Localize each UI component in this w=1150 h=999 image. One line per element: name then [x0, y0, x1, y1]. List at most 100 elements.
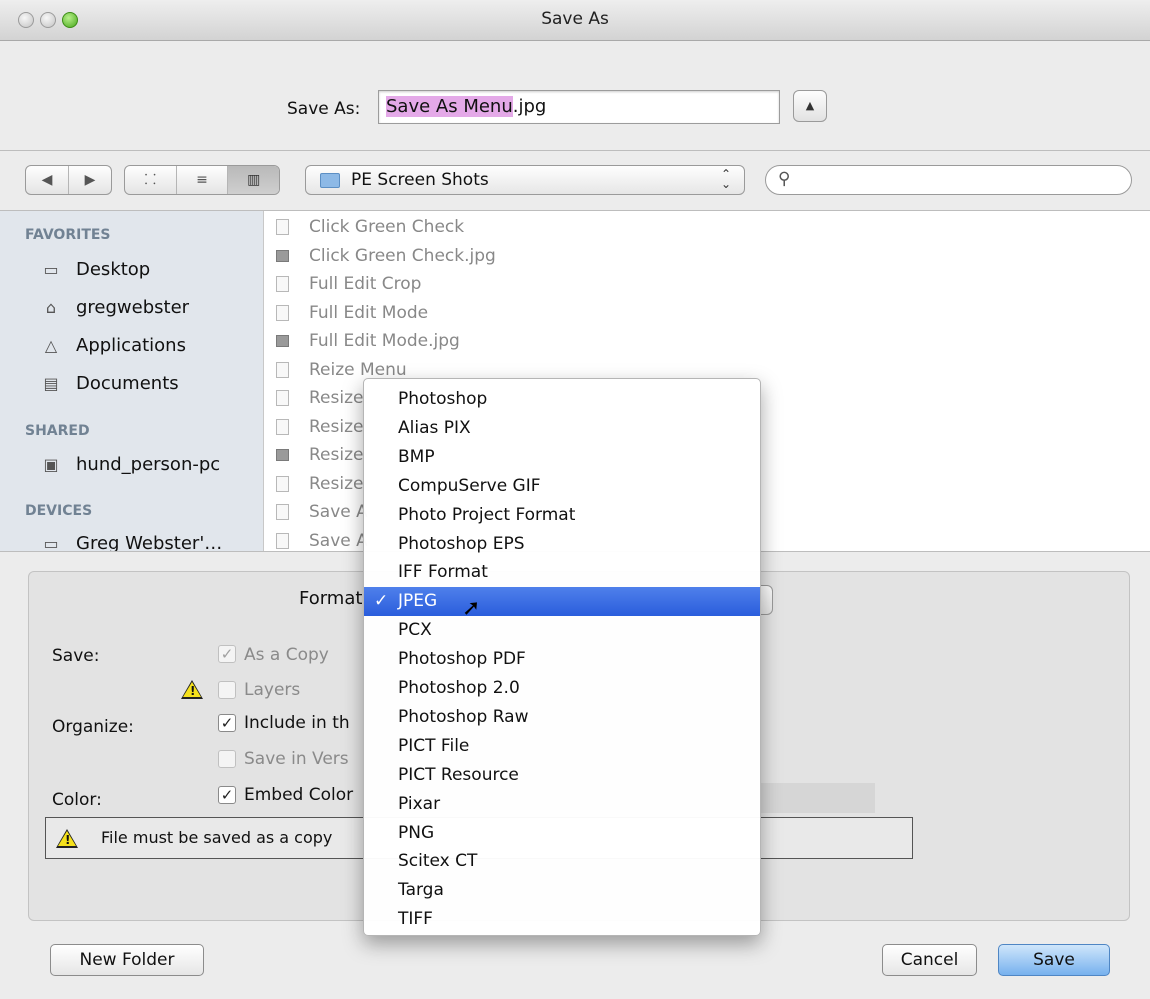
format-menu-item-label: CompuServe GIF	[398, 475, 541, 496]
layers-label: Layers	[244, 680, 301, 700]
sidebar-item-desktop[interactable]: ▭ Desktop	[40, 259, 150, 280]
format-menu-item[interactable]: TIFF	[364, 905, 760, 934]
format-menu-item[interactable]: Pixar	[364, 790, 760, 819]
filename-selected-text: Save As Menu	[386, 96, 513, 117]
file-row[interactable]: Resize	[276, 445, 363, 465]
format-menu-item-label: Photo Project Format	[398, 504, 576, 525]
save-as-label: Save As:	[287, 99, 361, 119]
computer-icon: ▣	[43, 454, 59, 474]
format-menu-item-label: Photoshop EPS	[398, 533, 525, 554]
file-name: Click Green Check	[309, 217, 465, 237]
format-menu-item[interactable]: CompuServe GIF	[364, 472, 760, 501]
file-row[interactable]: Resize	[276, 388, 363, 408]
sidebar-item-home[interactable]: ⌂ gregwebster	[40, 297, 189, 318]
layers-checkbox[interactable]	[218, 681, 236, 699]
format-menu-item-label: Alias PIX	[398, 417, 471, 438]
popup-arrows-icon: ⌃ ⌄	[721, 167, 732, 191]
format-menu-item[interactable]: PCX	[364, 616, 760, 645]
sidebar-item-applications[interactable]: △ Applications	[40, 335, 186, 356]
format-menu-item[interactable]: Photo Project Format	[364, 501, 760, 530]
warning-text: File must be saved as a copy	[101, 828, 333, 847]
file-row[interactable]: Save A	[276, 531, 368, 551]
checkmark-icon: ✓	[374, 591, 389, 612]
include-in-organizer-checkbox[interactable]: ✓	[218, 714, 236, 732]
file-row[interactable]: Full Edit Mode	[276, 303, 428, 323]
checkmark-icon: ✓	[220, 786, 234, 804]
as-a-copy-checkbox[interactable]: ✓	[218, 645, 236, 663]
file-row[interactable]: Full Edit Crop	[276, 274, 421, 294]
sidebar-item-device[interactable]: ▭ Greg Webster'…	[40, 533, 222, 551]
format-menu-item[interactable]: PNG	[364, 819, 760, 848]
organize-label: Organize:	[52, 717, 134, 737]
document-file-icon	[276, 361, 289, 378]
format-menu-item[interactable]: Alias PIX	[364, 414, 760, 443]
collapse-dialog-button[interactable]: ▲	[793, 90, 827, 122]
column-view-icon: ▥	[247, 172, 261, 188]
save-in-version-set-checkbox[interactable]	[218, 750, 236, 768]
format-menu-item-label: Scitex CT	[398, 851, 478, 872]
format-menu-item[interactable]: Photoshop 2.0	[364, 674, 760, 703]
column-view-button[interactable]: ▥	[228, 166, 279, 194]
format-menu-item-label: PICT File	[398, 735, 470, 756]
sidebar-item-label: Documents	[76, 373, 179, 394]
image-file-icon	[276, 249, 289, 262]
view-mode-control: ⸬ ≡ ▥	[124, 165, 280, 195]
embed-color-profile-label: Embed Color	[244, 785, 354, 805]
save-button[interactable]: Save	[998, 944, 1110, 976]
file-row[interactable]: Reize Menu	[276, 360, 407, 380]
format-menu-item-label: JPEG	[398, 591, 438, 612]
file-name: Reize Menu	[309, 359, 407, 380]
format-menu-item[interactable]: Targa	[364, 876, 760, 905]
search-input[interactable]: ⚲	[765, 165, 1132, 195]
format-menu-item-label: Photoshop Raw	[398, 706, 529, 727]
sidebar-item-label: gregwebster	[76, 297, 190, 318]
forward-button[interactable]: ▶	[69, 166, 111, 194]
back-button[interactable]: ◀	[26, 166, 69, 194]
format-menu-item[interactable]: Photoshop EPS	[364, 530, 760, 559]
new-folder-button[interactable]: New Folder	[50, 944, 204, 976]
format-menu-item-label: Pixar	[398, 793, 441, 814]
title-bar: Save As	[0, 0, 1150, 41]
format-menu-item[interactable]: Photoshop PDF	[364, 645, 760, 674]
file-row[interactable]: Resize	[276, 474, 363, 494]
sidebar-item-shared-pc[interactable]: ▣ hund_person-pc	[40, 454, 220, 475]
mouse-cursor-icon: ➚	[462, 596, 481, 621]
sidebar-item-documents[interactable]: ▤ Documents	[40, 373, 179, 394]
filename-input[interactable]: Save As Menu.jpg	[378, 90, 780, 124]
list-view-icon: ≡	[196, 172, 208, 188]
sidebar: FAVORITES ▭ Desktop ⌂ gregwebster △ Applica…	[0, 211, 263, 551]
format-menu-item[interactable]: BMP	[364, 443, 760, 472]
window-title: Save As	[541, 9, 609, 29]
format-menu-item-label: PCX	[398, 620, 432, 641]
format-menu-item-label: Targa	[398, 880, 444, 901]
icon-view-button[interactable]: ⸬	[125, 166, 177, 194]
format-menu-item[interactable]: IFF Format	[364, 558, 760, 587]
file-row[interactable]: Full Edit Mode.jpg	[276, 331, 460, 351]
list-view-button[interactable]: ≡	[177, 166, 229, 194]
document-file-icon	[276, 276, 289, 292]
save-options-label: Save:	[52, 646, 100, 666]
format-label: Format	[299, 588, 363, 609]
embed-color-profile-checkbox[interactable]: ✓	[218, 786, 236, 804]
file-name: Resize	[309, 445, 364, 465]
file-name: Full Edit Mode	[309, 302, 429, 323]
location-popup[interactable]: PE Screen Shots ⌃ ⌄	[305, 165, 745, 195]
documents-icon: ▤	[43, 373, 59, 393]
format-menu-item[interactable]: PICT Resource	[364, 761, 760, 790]
file-name: Full Edit Mode.jpg	[309, 331, 460, 351]
format-menu-item[interactable]: ✓ JPEG	[364, 587, 760, 617]
file-row[interactable]: Click Green Check	[276, 217, 464, 237]
format-menu-item-label: IFF Format	[398, 562, 488, 583]
document-file-icon	[276, 504, 289, 520]
checkmark-icon: ✓	[220, 714, 234, 732]
cancel-button[interactable]: Cancel	[882, 944, 977, 976]
format-menu-item[interactable]: Photoshop	[364, 385, 760, 414]
file-row[interactable]: Resize	[276, 417, 363, 437]
format-menu-item[interactable]: Scitex CT	[364, 847, 760, 876]
file-row[interactable]: Save A	[276, 502, 368, 522]
file-row[interactable]: Click Green Check.jpg	[276, 246, 496, 266]
format-menu-item[interactable]: Photoshop Raw	[364, 703, 760, 732]
as-a-copy-label: As a Copy	[244, 645, 329, 665]
format-menu-item[interactable]: PICT File	[364, 732, 760, 761]
file-name: Full Edit Crop	[309, 274, 422, 294]
